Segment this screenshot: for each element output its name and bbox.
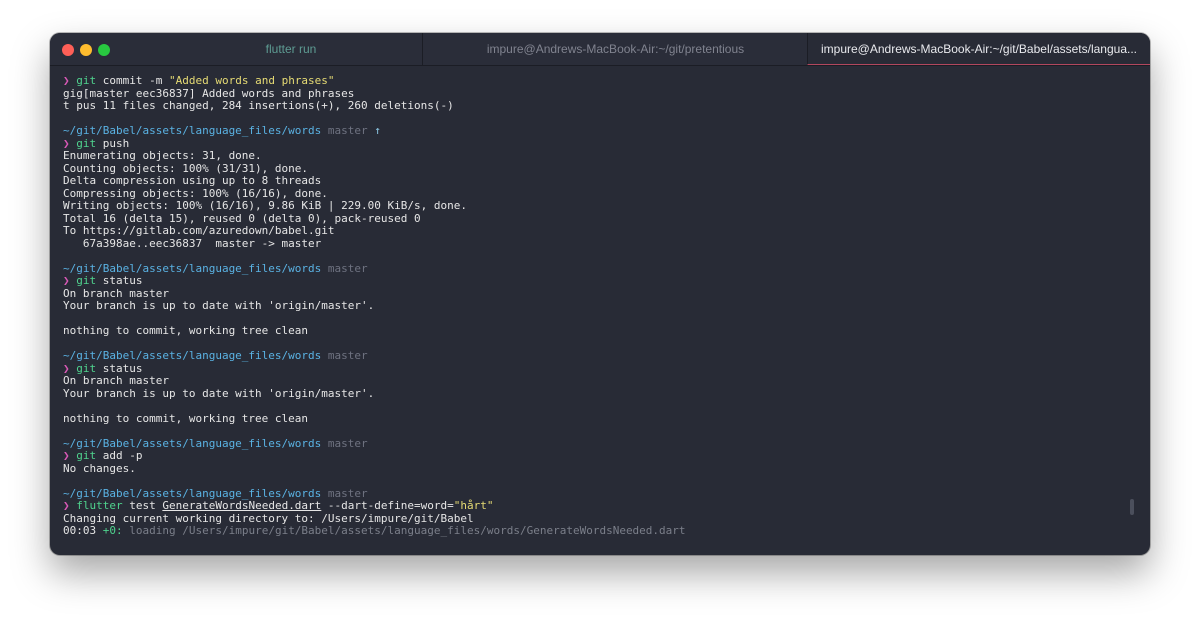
command-args: test bbox=[122, 499, 163, 512]
command-string: "hårt" bbox=[453, 499, 494, 512]
command-string: "Added words and phrases" bbox=[168, 74, 335, 87]
command-args: status bbox=[96, 274, 143, 287]
command-args: add -p bbox=[96, 449, 143, 462]
prompt-symbol: ❯ bbox=[63, 499, 70, 512]
output-line: t pus 11 files changed, 284 insertions(+… bbox=[63, 99, 454, 112]
test-count: +0: bbox=[102, 524, 123, 537]
terminal-window: flutter run impure@Andrews-MacBook-Air:~… bbox=[50, 33, 1150, 555]
output-line: Your branch is up to date with 'origin/m… bbox=[63, 386, 375, 400]
ahead-arrow-icon: ↑ bbox=[374, 124, 381, 137]
prompt-path: ~/git/Babel/assets/language_files/words bbox=[63, 349, 322, 362]
output-line: To https://gitlab.com/azuredown/babel.gi… bbox=[63, 224, 335, 237]
prompt-line: ~/git/Babel/assets/language_files/words … bbox=[63, 436, 1140, 451]
loading-text: loading /Users/impure/git/Babel/assets/l… bbox=[122, 524, 686, 537]
scrollbar[interactable] bbox=[1130, 499, 1134, 515]
command-name: git bbox=[76, 74, 97, 87]
command-args: push bbox=[96, 136, 130, 150]
command-args: commit -m bbox=[96, 74, 169, 87]
command-args: --dart-define=word= bbox=[321, 499, 454, 512]
prompt-line: ~/git/Babel/assets/language_files/words … bbox=[63, 349, 1140, 363]
command-line: ❯ flutter test GenerateWordsNeeded.dart … bbox=[63, 499, 1140, 513]
close-window-button[interactable] bbox=[62, 44, 74, 56]
prompt-branch: master bbox=[327, 486, 368, 500]
command-name: git bbox=[76, 449, 97, 462]
prompt-path: ~/git/Babel/assets/language_files/words bbox=[63, 261, 322, 275]
tab-flutter-run[interactable]: flutter run bbox=[160, 33, 422, 65]
output-line: nothing to commit, working tree clean bbox=[63, 324, 309, 337]
prompt-symbol: ❯ bbox=[63, 136, 70, 150]
prompt-symbol: ❯ bbox=[63, 449, 70, 462]
prompt-branch: master bbox=[327, 349, 368, 362]
prompt-branch: master bbox=[327, 261, 368, 275]
prompt-path: ~/git/Babel/assets/language_files/words bbox=[63, 486, 322, 500]
prompt-symbol: ❯ bbox=[63, 274, 70, 287]
output-line: Writing objects: 100% (16/16), 9.86 KiB … bbox=[63, 199, 467, 212]
output-line: On branch master bbox=[63, 374, 169, 387]
output-line: No changes. bbox=[63, 461, 136, 475]
command-name: git bbox=[76, 361, 97, 375]
prompt-path: ~/git/Babel/assets/language_files/words bbox=[63, 124, 322, 137]
command-args: status bbox=[96, 361, 143, 375]
output-line: 67a398ae..eec36837 master -> master bbox=[63, 236, 322, 250]
zoom-window-button[interactable] bbox=[98, 44, 110, 56]
terminal-output[interactable]: ❯ git commit -m "Added words and phrases… bbox=[63, 74, 1140, 538]
command-name: git bbox=[76, 274, 97, 287]
file-link[interactable]: GenerateWordsNeeded.dart bbox=[162, 499, 321, 512]
output-line: Your branch is up to date with 'origin/m… bbox=[63, 299, 375, 312]
command-line: ❯ git status bbox=[63, 361, 1140, 376]
output-line: Delta compression using up to 8 threads bbox=[63, 174, 322, 187]
prompt-path: ~/git/Babel/assets/language_files/words bbox=[63, 436, 322, 450]
output-line: Enumerating objects: 31, done. bbox=[63, 149, 262, 162]
progress-line: 00:03 +0: loading /Users/impure/git/Babe… bbox=[63, 524, 1140, 538]
prompt-symbol: ❯ bbox=[63, 361, 70, 375]
command-line: ❯ git status bbox=[63, 274, 1140, 288]
prompt-line: ~/git/Babel/assets/language_files/words … bbox=[63, 124, 1140, 138]
command-line: ❯ git add -p bbox=[63, 449, 1140, 463]
prompt-branch: master bbox=[327, 436, 368, 450]
command-line: ❯ git commit -m "Added words and phrases… bbox=[63, 74, 1140, 88]
minimize-window-button[interactable] bbox=[80, 44, 92, 56]
title-bar: flutter run impure@Andrews-MacBook-Air:~… bbox=[50, 33, 1150, 66]
prompt-line: ~/git/Babel/assets/language_files/words … bbox=[63, 261, 1140, 276]
output-line: nothing to commit, working tree clean bbox=[63, 411, 309, 425]
prompt-branch: master bbox=[327, 124, 368, 137]
tab-babel-active[interactable]: impure@Andrews-MacBook-Air:~/git/Babel/a… bbox=[807, 33, 1150, 65]
command-name: flutter bbox=[76, 499, 123, 512]
prompt-symbol: ❯ bbox=[63, 74, 70, 87]
elapsed-time: 00:03 bbox=[63, 524, 103, 537]
command-name: git bbox=[76, 136, 97, 150]
tab-pretentious[interactable]: impure@Andrews-MacBook-Air:~/git/pretent… bbox=[422, 33, 808, 65]
